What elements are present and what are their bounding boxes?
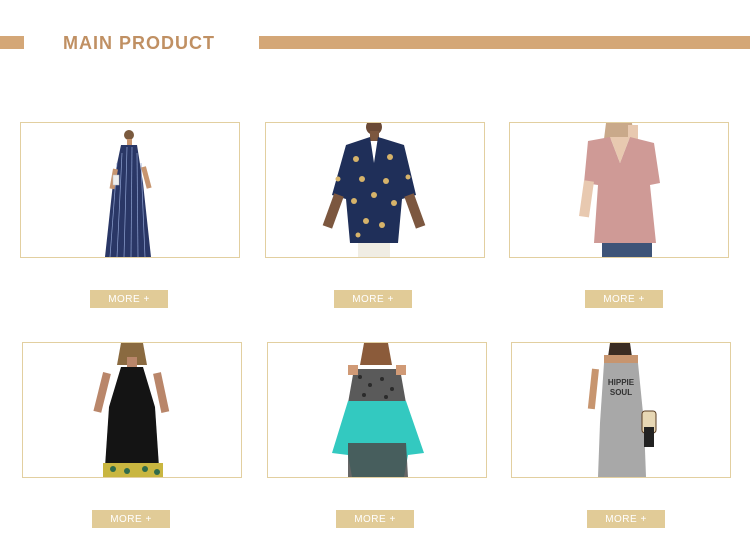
product-card-1[interactable]: [20, 122, 240, 258]
more-button-3[interactable]: MORE +: [585, 290, 663, 308]
more-button-2[interactable]: MORE +: [334, 290, 412, 308]
product-card-5[interactable]: [267, 342, 487, 478]
product-image-grey-slogan-maxi-dress: HIPPIE SOUL: [587, 343, 657, 477]
header-bar-right: [259, 36, 750, 49]
product-image-navy-striped-maxi-dress: [105, 130, 152, 257]
more-button-5[interactable]: MORE +: [336, 510, 414, 528]
svg-text:HIPPIE: HIPPIE: [608, 378, 635, 387]
product-card-6[interactable]: HIPPIE SOUL: [511, 342, 731, 478]
product-image-navy-print-button-shirt: [322, 123, 426, 257]
product-image-turquoise-cold-shoulder-top: [332, 343, 424, 477]
more-button-6[interactable]: MORE +: [587, 510, 665, 528]
product-image-pink-v-neck-tee: [579, 123, 660, 257]
header-bar-left: [0, 36, 24, 49]
product-card-4[interactable]: [22, 342, 242, 478]
svg-text:SOUL: SOUL: [610, 388, 632, 397]
more-button-4[interactable]: MORE +: [92, 510, 170, 528]
section-title: MAIN PRODUCT: [63, 33, 215, 53]
more-button-1[interactable]: MORE +: [90, 290, 168, 308]
product-card-2[interactable]: [265, 122, 485, 258]
product-card-3[interactable]: [509, 122, 729, 258]
product-image-black-halter-dress: [93, 343, 170, 477]
